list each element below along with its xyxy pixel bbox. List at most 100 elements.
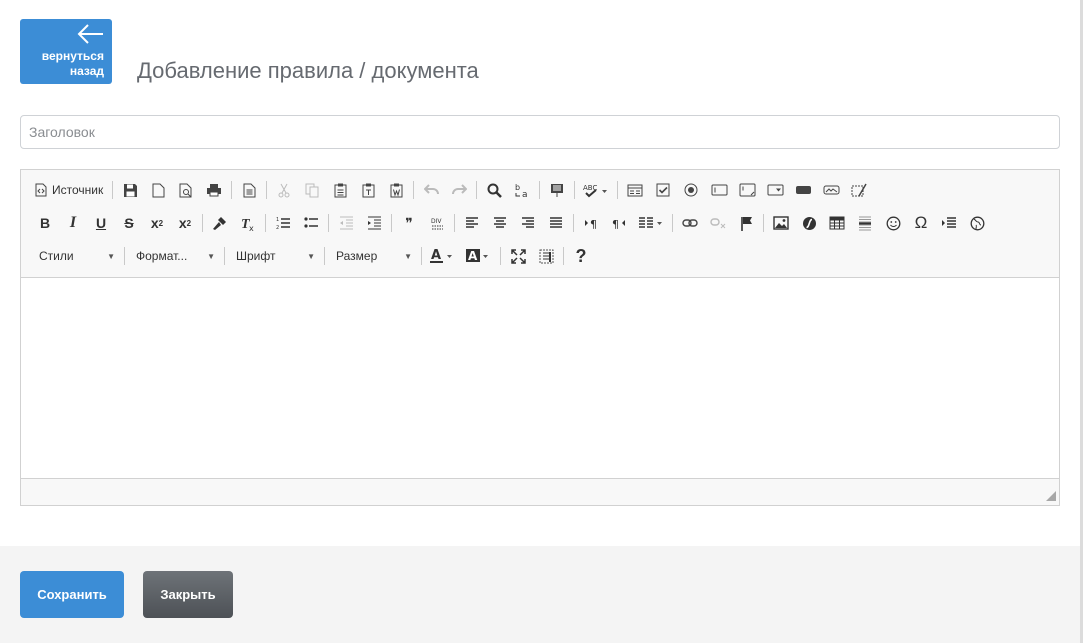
align-left-icon[interactable] [458,210,486,236]
footer: Сохранить Закрыть [0,546,1080,643]
underline-icon[interactable]: U [87,210,115,236]
rich-text-editor: Источник ba ABC B I U S x 2 x 2 T x 1 2 … [20,169,1060,506]
outdent-icon[interactable] [332,210,360,236]
select-field-icon[interactable] [761,177,789,203]
superscript-mark: 2 [186,218,192,228]
toolbar-row-1: Источник ba ABC [31,176,873,204]
radio-icon[interactable] [677,177,705,203]
checkbox-icon[interactable] [649,177,677,203]
text-color-icon[interactable]: A [425,243,461,269]
title-input[interactable] [20,115,1060,149]
svg-text:A: A [431,248,441,263]
separator [391,214,392,232]
copy-icon[interactable] [298,177,326,203]
back-label-line1: вернуться [41,49,104,63]
help-icon[interactable]: ? [567,243,595,269]
separator [231,181,233,199]
spellcheck-icon[interactable]: ABC [578,177,614,203]
text-direction-ltr-icon[interactable]: ¶ [577,210,605,236]
paste-icon[interactable] [326,177,354,203]
iframe-globe-icon[interactable] [963,210,991,236]
link-icon[interactable] [676,210,704,236]
superscript-icon[interactable]: x2 [171,210,199,236]
separator [421,247,422,265]
align-center-icon[interactable] [486,210,514,236]
toolbar-row-2: B I U S x2 x2 Tx 12 ❞ DIV ¶ ¶ Ω [31,209,991,237]
special-char-icon[interactable]: Ω [907,210,935,236]
maximize-icon[interactable] [504,243,532,269]
image-icon[interactable] [767,210,795,236]
styles-dropdown[interactable]: Стили ▼ [31,243,121,269]
show-blocks-icon[interactable] [532,243,560,269]
smiley-icon[interactable] [879,210,907,236]
save-icon[interactable] [116,177,144,203]
separator [413,181,415,199]
horizontal-rule-icon[interactable] [851,210,879,236]
svg-text:¶: ¶ [612,218,619,230]
font-dropdown[interactable]: Шрифт ▼ [228,243,321,269]
numbered-list-icon[interactable]: 12 [269,210,297,236]
format-dropdown[interactable]: Формат... ▼ [128,243,221,269]
separator [265,214,266,232]
separator [124,247,125,265]
editor-content-area[interactable] [21,277,1059,479]
cut-icon[interactable] [270,177,298,203]
resize-handle-icon[interactable] [1046,491,1056,501]
size-label: Размер [336,249,378,263]
textarea-icon[interactable] [733,177,761,203]
replace-icon[interactable]: ba [508,177,536,203]
print-icon[interactable] [200,177,228,203]
preview-icon[interactable] [172,177,200,203]
svg-text:2: 2 [276,225,279,230]
image-button-icon[interactable] [817,177,845,203]
paste-word-icon[interactable] [382,177,410,203]
remove-format-icon[interactable]: Tx [234,210,262,236]
blockquote-icon[interactable]: ❞ [395,210,423,236]
text-direction-rtl-icon[interactable]: ¶ [605,210,633,236]
indent-icon[interactable] [360,210,388,236]
separator [500,247,501,265]
separator [574,181,576,199]
close-button[interactable]: Закрыть [143,571,233,618]
subscript-icon[interactable]: x2 [143,210,171,236]
find-icon[interactable] [480,177,508,203]
svg-text:a: a [522,190,528,198]
strikethrough-icon[interactable]: S [115,210,143,236]
separator [573,214,574,232]
language-icon[interactable] [633,210,669,236]
svg-text:A: A [468,249,478,263]
bulleted-list-icon[interactable] [297,210,325,236]
chevron-down-icon: ▼ [404,251,412,261]
subscript-mark: 2 [158,218,164,228]
form-icon[interactable] [621,177,649,203]
table-icon[interactable] [823,210,851,236]
new-page-icon[interactable] [144,177,172,203]
align-justify-icon[interactable] [542,210,570,236]
undo-icon[interactable] [417,177,445,203]
source-button[interactable]: Источник [31,177,109,203]
select-all-icon[interactable] [543,177,571,203]
unlink-icon[interactable] [704,210,732,236]
button-field-icon[interactable] [789,177,817,203]
bold-icon[interactable]: B [31,210,59,236]
anchor-flag-icon[interactable] [732,210,760,236]
templates-icon[interactable] [235,177,263,203]
textfield-icon[interactable] [705,177,733,203]
italic-icon[interactable]: I [59,210,87,236]
back-button[interactable]: вернуться назад [20,19,112,84]
flash-icon[interactable] [795,210,823,236]
paste-text-icon[interactable] [354,177,382,203]
hidden-field-icon[interactable] [845,177,873,203]
redo-icon[interactable] [445,177,473,203]
save-button[interactable]: Сохранить [20,571,124,618]
chevron-down-icon: ▼ [207,251,215,261]
background-color-icon[interactable]: A [461,243,497,269]
separator [454,214,455,232]
align-right-icon[interactable] [514,210,542,236]
chevron-down-icon: ▼ [107,251,115,261]
copy-format-icon[interactable] [206,210,234,236]
page-break-icon[interactable] [935,210,963,236]
create-div-icon[interactable]: DIV [423,210,451,236]
size-dropdown[interactable]: Размер ▼ [328,243,418,269]
back-label-line2: назад [69,64,104,78]
